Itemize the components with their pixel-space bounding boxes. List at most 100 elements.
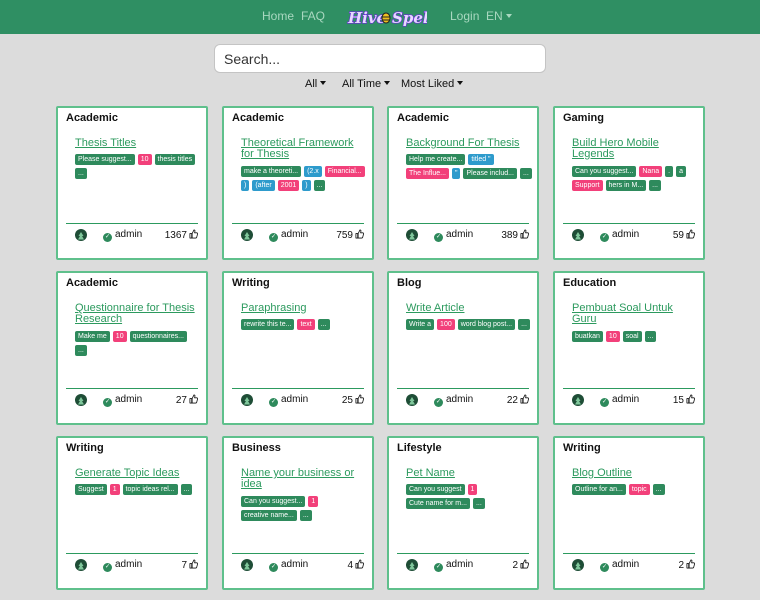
card-tags: Can you suggest... Nana. a Support hers in M…	[572, 166, 698, 191]
prompt-card[interactable]: Academic Theoretical Framework for Thesis…	[222, 106, 374, 260]
card-tag: ...	[518, 319, 530, 330]
like-count: 2	[512, 560, 518, 571]
card-tag: 10	[112, 331, 127, 342]
card-divider	[563, 553, 695, 554]
card-title-link[interactable]: Blog Outline	[572, 468, 698, 479]
card-tags: rewrite this te... text...	[241, 319, 367, 330]
author-name: admin	[612, 559, 640, 570]
card-divider	[232, 553, 364, 554]
hivespell-logo[interactable]: Hive Spell	[345, 3, 427, 31]
like-button[interactable]: 15	[673, 394, 695, 407]
card-tag: questionnaires...	[129, 331, 187, 342]
card-tag: Support	[572, 180, 603, 191]
card-title-link[interactable]: Thesis Titles	[75, 138, 201, 149]
language-dropdown[interactable]: EN	[486, 9, 512, 23]
card-title-link[interactable]: Pet Name	[406, 468, 532, 479]
like-button[interactable]: 7	[181, 559, 198, 572]
card-title-link[interactable]: Paraphrasing	[241, 303, 367, 314]
nav-login-link[interactable]: Login	[450, 9, 479, 23]
card-tag: 10	[605, 331, 620, 342]
card-tag: Can you suggest	[406, 484, 465, 495]
thumbs-up-icon	[520, 394, 529, 404]
prompt-card[interactable]: Business Name your business or idea Can yo…	[222, 436, 374, 590]
card-divider	[232, 388, 364, 389]
prompt-card[interactable]: Lifestyle Pet Name Can you suggest 1 Cute na…	[387, 436, 539, 590]
like-button[interactable]: 2	[512, 559, 529, 572]
card-author[interactable]: ✓ admin	[269, 229, 308, 242]
card-title-link[interactable]: Build Hero Mobile Legends	[572, 138, 698, 160]
card-author[interactable]: ✓ admin	[434, 229, 473, 242]
author-avatar-icon	[75, 394, 87, 406]
like-button[interactable]: 27	[176, 394, 198, 407]
card-tag: a	[676, 166, 686, 177]
card-tag: ...	[180, 484, 193, 495]
verified-check-icon: ✓	[269, 563, 278, 572]
card-title-link[interactable]: Write Article	[406, 303, 532, 314]
prompt-card[interactable]: Writing Paraphrasing rewrite this te... tex…	[222, 271, 374, 425]
sort-filter-dropdown[interactable]: Most Liked	[401, 78, 463, 90]
prompt-card[interactable]: Writing Blog Outline Outline for an... topi…	[553, 436, 705, 590]
like-button[interactable]: 4	[347, 559, 364, 572]
author-avatar-icon	[406, 229, 418, 241]
card-tags: Can you suggest 1 Cute name for m......	[406, 484, 532, 509]
prompt-card[interactable]: Gaming Build Hero Mobile Legends Can you s…	[553, 106, 705, 260]
author-name: admin	[281, 394, 309, 405]
like-button[interactable]: 22	[507, 394, 529, 407]
card-category: Writing	[66, 442, 104, 454]
prompt-card[interactable]: Education Pembuat Soal Untuk Guru buatkan 1…	[553, 271, 705, 425]
card-author[interactable]: ✓ admin	[103, 559, 142, 572]
card-tag: word blog post...	[457, 319, 516, 330]
card-author[interactable]: ✓ admin	[434, 559, 473, 572]
card-divider	[66, 388, 198, 389]
like-button[interactable]: 389	[501, 229, 529, 242]
card-title-link[interactable]: Questionnaire for Thesis Research	[75, 303, 201, 325]
card-author[interactable]: ✓ admin	[600, 229, 639, 242]
card-tag: creative name...	[241, 510, 297, 521]
author-avatar-icon	[406, 394, 418, 406]
verified-check-icon: ✓	[434, 233, 443, 242]
card-title-link[interactable]: Generate Topic Ideas	[75, 468, 201, 479]
author-avatar-icon	[572, 229, 584, 241]
card-author[interactable]: ✓ admin	[269, 394, 308, 407]
like-button[interactable]: 2	[678, 559, 695, 572]
card-author[interactable]: ✓ admin	[269, 559, 308, 572]
card-tag: ...	[519, 168, 532, 179]
prompt-card[interactable]: Writing Generate Topic Ideas Suggest 1 topic…	[56, 436, 208, 590]
prompt-card[interactable]: Blog Write Article Write a 100 word blog pos…	[387, 271, 539, 425]
card-author[interactable]: ✓ admin	[600, 394, 639, 407]
card-author[interactable]: ✓ admin	[600, 559, 639, 572]
verified-check-icon: ✓	[434, 398, 443, 407]
thumbs-up-icon	[355, 229, 364, 239]
card-divider	[397, 553, 529, 554]
card-author[interactable]: ✓ admin	[103, 394, 142, 407]
card-tag: Cute name for m...	[406, 498, 470, 509]
category-filter-dropdown[interactable]: All	[305, 78, 326, 90]
card-divider	[563, 388, 695, 389]
card-author[interactable]: ✓ admin	[434, 394, 473, 407]
card-tag: make a theoreti...	[241, 166, 302, 177]
card-title-link[interactable]: Theoretical Framework for Thesis	[241, 138, 367, 160]
card-tag: The Influe...	[406, 168, 449, 179]
card-tag: .	[665, 166, 674, 177]
prompt-card[interactable]: Academic Thesis Titles Please suggest... 10…	[56, 106, 208, 260]
prompt-card[interactable]: Academic Questionnaire for Thesis Researc…	[56, 271, 208, 425]
like-button[interactable]: 25	[342, 394, 364, 407]
like-button[interactable]: 1367	[165, 229, 198, 242]
like-button[interactable]: 759	[336, 229, 364, 242]
like-button[interactable]: 59	[673, 229, 695, 242]
like-count: 22	[506, 395, 518, 406]
card-divider	[232, 223, 364, 224]
nav-faq-link[interactable]: FAQ	[301, 9, 325, 23]
card-tag: ...	[75, 168, 87, 179]
search-input[interactable]	[214, 44, 546, 73]
card-title-link[interactable]: Background For Thesis	[406, 138, 532, 149]
card-tag: rewrite this te...	[241, 319, 295, 330]
time-filter-dropdown[interactable]: All Time	[342, 78, 390, 90]
author-name: admin	[446, 229, 474, 240]
card-title-link[interactable]: Name your business or idea	[241, 468, 367, 490]
nav-home-link[interactable]: Home	[262, 9, 294, 23]
card-tag: 1	[467, 484, 478, 495]
card-author[interactable]: ✓ admin	[103, 229, 142, 242]
card-title-link[interactable]: Pembuat Soal Untuk Guru	[572, 303, 698, 325]
prompt-card[interactable]: Academic Background For Thesis Help me cre…	[387, 106, 539, 260]
